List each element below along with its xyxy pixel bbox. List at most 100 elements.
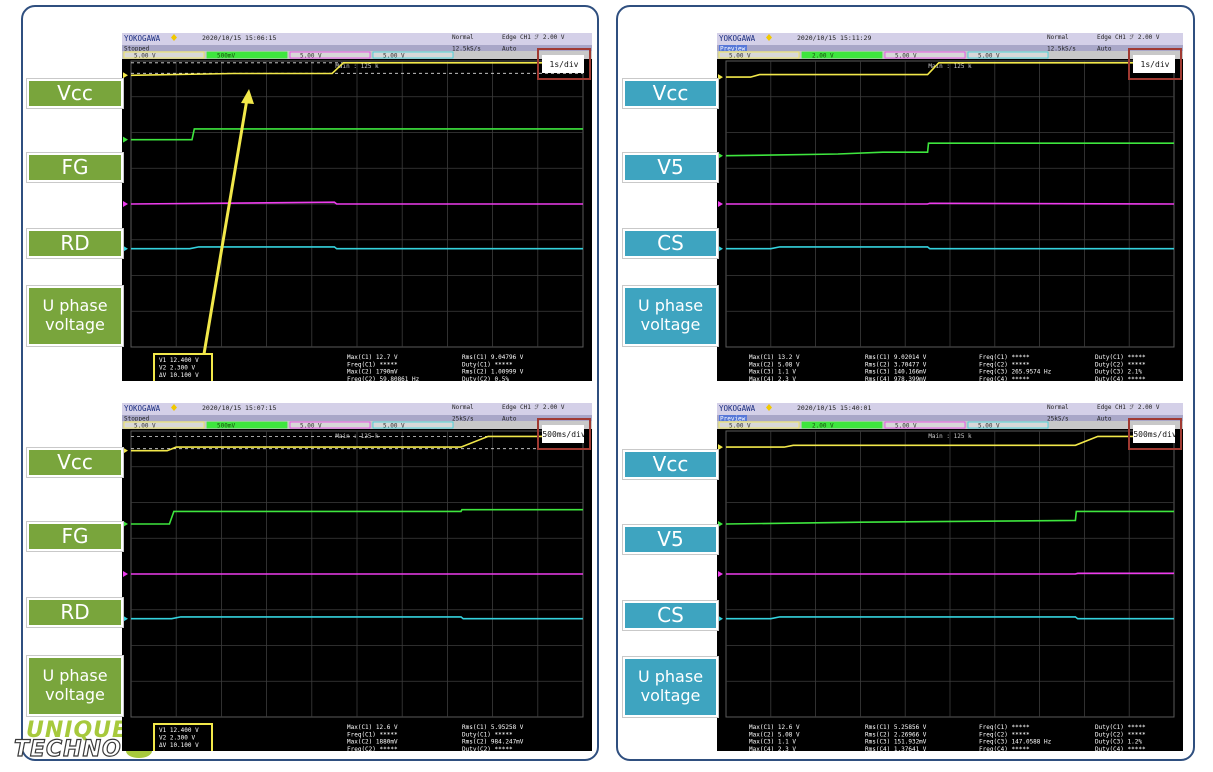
oscilloscope-screen: YOKOGAWA 2020/10/15 15:06:15 Normal Edge CH… bbox=[122, 33, 592, 381]
cursor-readout: V2 2.300 V bbox=[159, 735, 196, 742]
channel-1-scale: 5.00 V bbox=[729, 423, 751, 430]
measurement-value: Freq(C4) ***** bbox=[979, 746, 1030, 751]
measurement-value: Duty(C2) ***** bbox=[1095, 361, 1146, 368]
measurement-value: Max(C1) 13.2 V bbox=[749, 354, 800, 361]
brand-logo: YOKOGAWA bbox=[124, 404, 161, 413]
trace-label-2: CS bbox=[623, 229, 718, 258]
measurement-value: Freq(C3) 265.9574 Hz bbox=[979, 369, 1052, 376]
channel-1-scale: 5.00 V bbox=[134, 53, 156, 60]
measurement-value: Duty(C3) 1.2% bbox=[1095, 739, 1142, 746]
timebase-label: 500ms/div bbox=[542, 430, 586, 439]
measurement-value: Max(C2) 5.08 V bbox=[749, 731, 800, 738]
measurement-value: Max(C3) 1.1 V bbox=[749, 369, 796, 376]
measurement-value: Duty(C3) 2.1% bbox=[1095, 369, 1142, 376]
channel-2-scale: 500mV bbox=[217, 53, 235, 60]
measurement-value: Max(C1) 12.6 V bbox=[749, 724, 800, 731]
trace-label-0: Vcc bbox=[623, 79, 718, 108]
logo-line2: TECHNO bbox=[13, 736, 122, 762]
acq-mode: Normal bbox=[1047, 404, 1069, 411]
trace-label-2: CS bbox=[623, 601, 718, 630]
acq-mode: Normal bbox=[452, 34, 474, 41]
measurement-value: Duty(C1) ***** bbox=[1095, 354, 1146, 361]
channel-2-scale: 500mV bbox=[217, 423, 235, 430]
memory-length: Main : 125 k bbox=[928, 433, 972, 440]
measurement-value: Max(C3) 1.1 V bbox=[749, 739, 796, 746]
brand-logo: YOKOGAWA bbox=[124, 34, 161, 43]
status-bar bbox=[717, 415, 1183, 421]
trace-label-1: V5 bbox=[623, 525, 718, 554]
measurement-value: Duty(C1) ***** bbox=[462, 361, 513, 368]
scope-svg: YOKOGAWA 2020/10/15 15:40:01 Normal Edge CH… bbox=[717, 403, 1183, 751]
trace-label-1: FG bbox=[27, 522, 123, 551]
oscilloscope-screen: YOKOGAWA 2020/10/15 15:07:15 Normal Edge CH… bbox=[122, 403, 592, 751]
channel-3-scale: 5.00 V bbox=[300, 423, 322, 430]
cursor-readout: V1 12.400 V bbox=[159, 727, 199, 734]
scope-svg: YOKOGAWA 2020/10/15 15:07:15 Normal Edge CH… bbox=[122, 403, 592, 751]
cursor-readout: V2 2.300 V bbox=[159, 365, 196, 372]
measurement-value: Freq(C2) ***** bbox=[979, 361, 1030, 368]
measurement-value: Rms(C2) 1.00999 V bbox=[462, 369, 524, 376]
measurement-value: Duty(C2) ***** bbox=[462, 746, 513, 751]
brand-logo: YOKOGAWA bbox=[719, 404, 756, 413]
measurement-value: Freq(C1) ***** bbox=[979, 354, 1030, 361]
measurement-value: Rms(C1) 9.02014 V bbox=[865, 354, 927, 361]
measurement-value: Rms(C2) 2.26966 V bbox=[865, 731, 927, 738]
measurement-value: Rms(C2) 3.70477 V bbox=[865, 361, 927, 368]
channel-3-scale: 5.00 V bbox=[895, 53, 917, 60]
scope-svg: YOKOGAWA 2020/10/15 15:06:15 Normal Edge CH… bbox=[122, 33, 592, 381]
channel-3-scale: 5.00 V bbox=[300, 53, 322, 60]
cursor-readout: V1 12.400 V bbox=[159, 357, 199, 364]
oscilloscope-screen: YOKOGAWA 2020/10/15 15:40:01 Normal Edge CH… bbox=[717, 403, 1183, 751]
trace-label-1: FG bbox=[27, 153, 123, 182]
status-bar bbox=[717, 45, 1183, 51]
measurement-value: Max(C1) 12.7 V bbox=[347, 354, 398, 361]
cursor-readout: ΔV 10.100 V bbox=[159, 372, 199, 379]
waveform-cs bbox=[726, 572, 1174, 575]
datetime: 2020/10/15 15:07:15 bbox=[202, 404, 276, 412]
measurement-value: Rms(C1) 9.04796 V bbox=[462, 354, 524, 361]
brand-logo: YOKOGAWA bbox=[719, 34, 756, 43]
measurement-value: Freq(C1) ***** bbox=[979, 724, 1030, 731]
channel-4-scale: 5.00 V bbox=[383, 53, 405, 60]
measurement-value: Rms(C4) 1.37641 V bbox=[865, 746, 927, 751]
channel-2-scale: 2.00 V bbox=[812, 423, 834, 430]
waveform-cs bbox=[726, 202, 1175, 205]
trace-label-1: V5 bbox=[623, 153, 718, 182]
measurement-value: Rms(C2) 984.247mV bbox=[462, 739, 524, 746]
trigger-setting: Edge CH1 ℱ 2.00 V bbox=[502, 34, 565, 41]
measurement-value: Duty(C1) ***** bbox=[1095, 724, 1146, 731]
measurement-value: Duty(C2) 0.5% bbox=[462, 376, 509, 381]
trace-label-3: U phase voltage bbox=[623, 286, 718, 346]
measurement-value: Duty(C4) ***** bbox=[1095, 746, 1146, 751]
measurement-value: Duty(C4) ***** bbox=[1095, 376, 1146, 381]
measurement-value: Max(C2) 1880mV bbox=[347, 739, 398, 746]
trace-label-0: Vcc bbox=[623, 450, 718, 479]
acq-mode: Normal bbox=[452, 404, 474, 411]
measurement-value: Rms(C4) 978.399mV bbox=[865, 376, 927, 381]
measurement-value: Duty(C1) ***** bbox=[462, 731, 513, 738]
measurement-value: Rms(C3) 151.932mV bbox=[865, 739, 927, 746]
measurement-value: Rms(C1) 5.25856 V bbox=[865, 724, 927, 731]
measurement-value: Freq(C2) 59.80861 Hz bbox=[347, 376, 420, 381]
measurement-value: Max(C1) 12.6 V bbox=[347, 724, 398, 731]
channel-2-scale: 2.00 V bbox=[812, 53, 834, 60]
trigger-setting: Edge CH1 ℱ 2.00 V bbox=[1097, 34, 1160, 41]
trace-label-3: U phase voltage bbox=[623, 657, 718, 717]
timebase-label: 1s/div bbox=[550, 60, 579, 69]
timebase-label: 1s/div bbox=[1141, 60, 1170, 69]
measurement-value: Rms(C3) 140.166mV bbox=[865, 369, 927, 376]
measurement-value: Rms(C1) 5.95258 V bbox=[462, 724, 524, 731]
channel-4-scale: 5.00 V bbox=[978, 53, 1000, 60]
datetime: 2020/10/15 15:06:15 bbox=[202, 34, 276, 42]
measurement-value: Freq(C4) ***** bbox=[979, 376, 1030, 381]
channel-4-scale: 5.00 V bbox=[978, 423, 1000, 430]
scope-svg: YOKOGAWA 2020/10/15 15:11:29 Normal Edge CH… bbox=[717, 33, 1183, 381]
channel-1-scale: 5.00 V bbox=[134, 423, 156, 430]
trace-label-3: U phase voltage bbox=[27, 286, 123, 346]
status-bar bbox=[122, 415, 592, 421]
trace-label-0: Vcc bbox=[27, 79, 123, 108]
trigger-setting: Edge CH1 ℱ 2.00 V bbox=[502, 404, 565, 411]
measurement-value: Freq(C1) ***** bbox=[347, 731, 398, 738]
channel-1-scale: 5.00 V bbox=[729, 53, 751, 60]
trigger-setting: Edge CH1 ℱ 2.00 V bbox=[1097, 404, 1160, 411]
